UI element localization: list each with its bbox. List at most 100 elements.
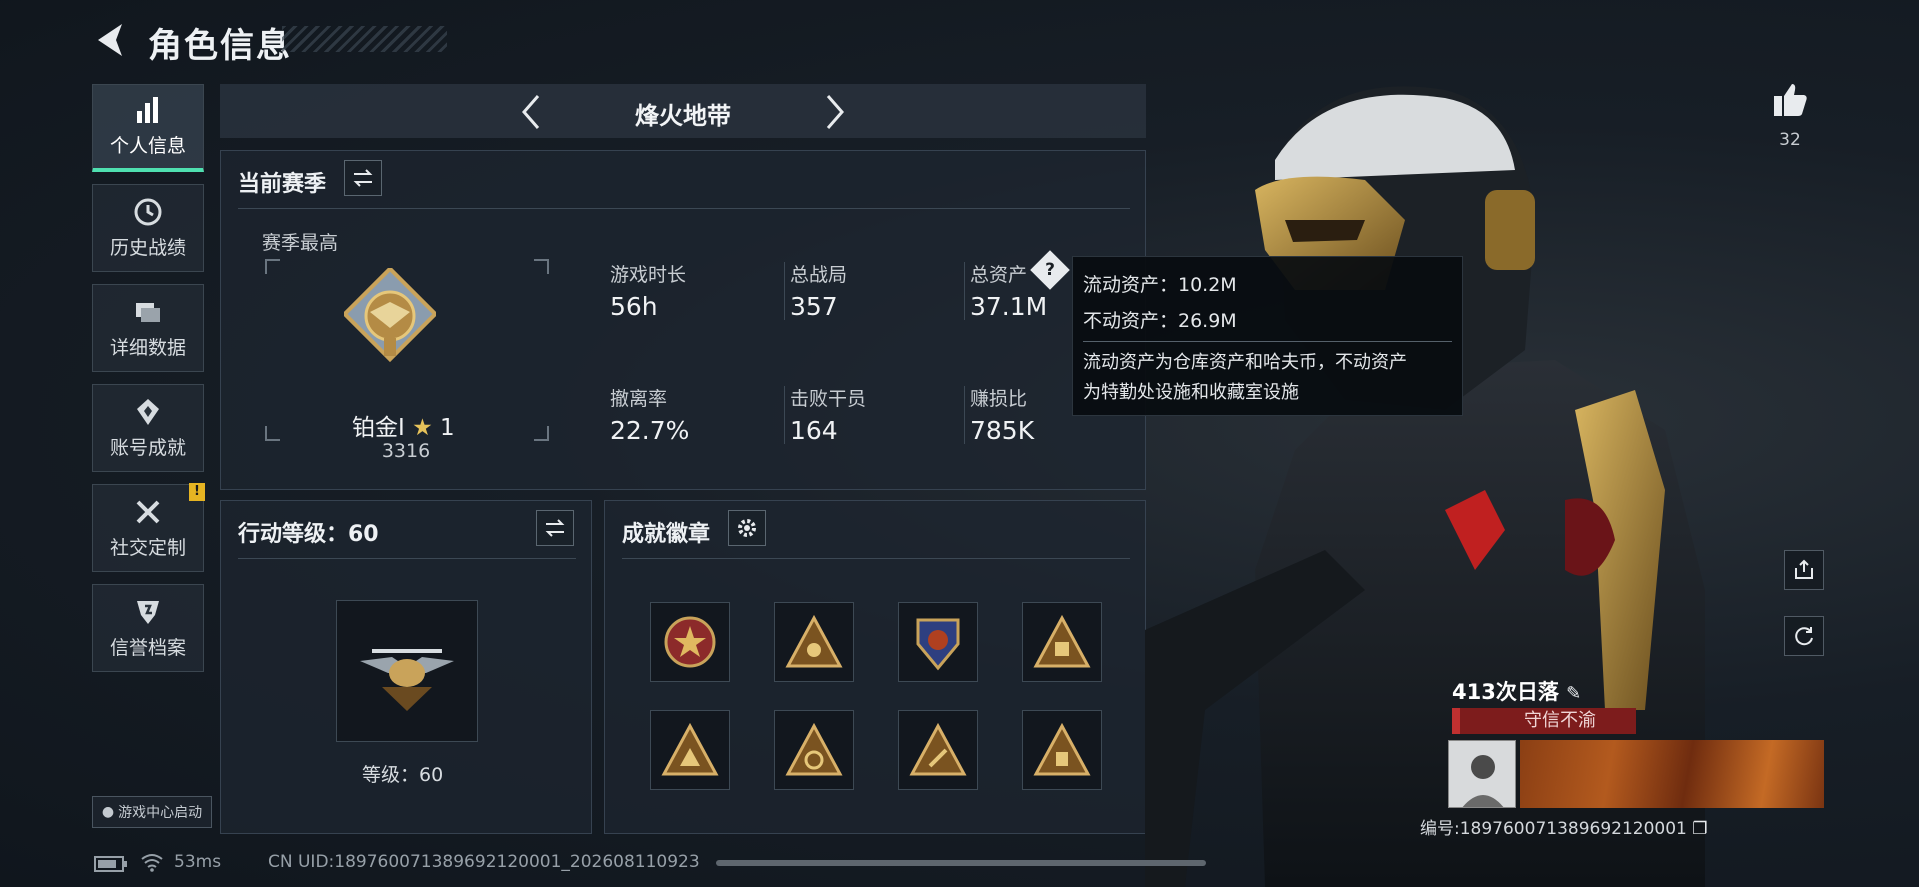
avatar[interactable] [1448,740,1516,808]
divider [784,262,785,320]
triangle-badge-icon [1033,614,1091,668]
divider [238,208,1130,209]
share-icon [1795,559,1813,579]
folder-icon [136,302,160,322]
stat-value-kills: 164 [790,416,838,445]
current-season-title: 当前赛季 [238,172,327,197]
player-id: 编号:189760071389692120001 [1420,819,1687,839]
liquid-assets: 流动资产：10.2M [1083,274,1237,296]
achievement-badge[interactable] [898,602,978,682]
uid-text: CN UID:189760071389692120001_20260811092… [268,852,700,872]
sidebar-item-label: 信誉档案 [109,636,186,659]
assets-description-2: 为特勤处设施和收藏室设施 [1083,382,1299,403]
star-badge-icon [664,616,716,668]
stat-value-profit-ratio: 785K [970,416,1035,445]
divider [622,558,1130,559]
season-nav-bar: 烽火地带 [220,84,1146,138]
divider [784,386,785,444]
platinum-rank-emblem-icon [344,268,436,363]
stat-value-total-matches: 357 [790,292,838,321]
achievement-badge[interactable] [774,602,854,682]
sidebar-item-achievements[interactable]: 账号成就 [92,384,204,472]
stat-label-playtime: 游戏时长 [610,264,687,286]
assets-tooltip: 流动资产：10.2M 不动资产：26.9M 流动资产为仓库资产和哈夫币，不动资产… [1072,256,1463,416]
tools-icon [136,500,160,523]
sidebar-item-history[interactable]: 历史战绩 [92,184,204,272]
title-decoration [282,26,447,52]
launch-label: 游戏中心启动 [118,805,203,821]
notification-badge: ! [189,483,205,501]
achievement-badge[interactable] [898,710,978,790]
avatar-portrait-icon [1449,741,1515,807]
action-level-emblem [336,600,478,742]
stat-label-total-assets: 总资产 [970,264,1028,286]
page-title: 角色信息 [148,26,292,66]
helicopter-emblem-icon [360,649,454,711]
season-best-label: 赛季最高 [262,232,339,254]
player-id-row: 编号:189760071389692120001 ❐ [1420,814,1708,839]
rank-stars: 1 [440,415,455,441]
triangle-badge-icon [785,614,843,668]
stat-label-extract-rate: 撤离率 [610,388,668,410]
bar-chart-icon [137,97,158,123]
refresh-icon [1795,627,1813,646]
next-arrow-icon[interactable] [820,92,850,132]
shield-badge-icon [916,618,960,671]
player-name: 413次日落 [1452,680,1559,704]
assets-description-1: 流动资产为仓库资产和哈夫币，不动资产 [1083,352,1407,373]
swap-icon [545,519,565,537]
sidebar-item-label: 详细数据 [109,336,186,359]
triangle-badge-icon [661,722,719,776]
clock-icon [134,198,162,225]
star-icon: ★ [412,415,433,441]
sidebar-item-credit-record[interactable]: 信誉档案 [92,584,204,672]
level-label: 等级：60 [362,764,444,786]
divider [1083,341,1452,342]
wifi-icon [141,854,163,872]
thumbs-up-icon[interactable] [1770,80,1810,120]
copy-icon[interactable]: ❐ [1692,819,1707,839]
sidebar-item-detail-data[interactable]: 详细数据 [92,284,204,372]
achievement-badge[interactable] [650,602,730,682]
ping-value: 53ms [174,852,222,872]
game-center-launch-button[interactable]: ● 游戏中心启动 [92,796,212,828]
stat-label-profit-ratio: 赚损比 [970,388,1028,410]
achievement-settings-button[interactable] [728,510,766,546]
title-tag-label: 守信不渝 [1524,710,1596,731]
sidebar-item-social-custom[interactable]: 社交定制 ! [92,483,205,572]
player-name-row: 413次日落 ✎ [1452,676,1581,706]
stat-label-kills: 击败干员 [790,388,867,410]
achievement-badge[interactable] [650,710,730,790]
share-button[interactable] [1784,550,1824,590]
achievement-badge[interactable] [1022,710,1102,790]
divider [964,262,965,320]
battery-icon [94,856,127,872]
rank-name-row: 铂金Ⅰ ★ 1 [352,408,455,442]
swap-season-button[interactable] [344,160,382,196]
sidebar-item-label: 账号成就 [109,436,186,459]
achievement-badge[interactable] [1022,602,1102,682]
triangle-badge-icon [1033,722,1091,776]
swap-icon [353,169,373,187]
divider [964,386,965,444]
mode-title: 烽火地带 [635,102,731,130]
name-card-banner [1520,740,1824,808]
sidebar-item-label: 历史战绩 [109,236,186,259]
achievement-badge[interactable] [774,710,854,790]
rank-name: 铂金Ⅰ [352,415,405,441]
edit-icon[interactable]: ✎ [1566,683,1581,704]
stat-value-total-assets: 37.1M [970,292,1048,321]
refresh-button[interactable] [1784,616,1824,656]
swap-level-button[interactable] [536,510,574,546]
medal-icon [137,398,159,425]
sidebar-item-personal-info[interactable]: 个人信息 [92,84,204,172]
back-arrow-icon[interactable] [92,20,128,60]
achievements-title: 成就徽章 [622,522,711,547]
triangle-badge-icon [909,722,967,776]
title-tag: 守信不渝 [1452,708,1636,734]
fixed-assets: 不动资产：26.9M [1083,310,1237,332]
divider [238,558,576,559]
gear-icon [738,519,756,537]
scrollbar[interactable] [716,860,1206,866]
action-level-title: 行动等级：60 [238,522,379,547]
